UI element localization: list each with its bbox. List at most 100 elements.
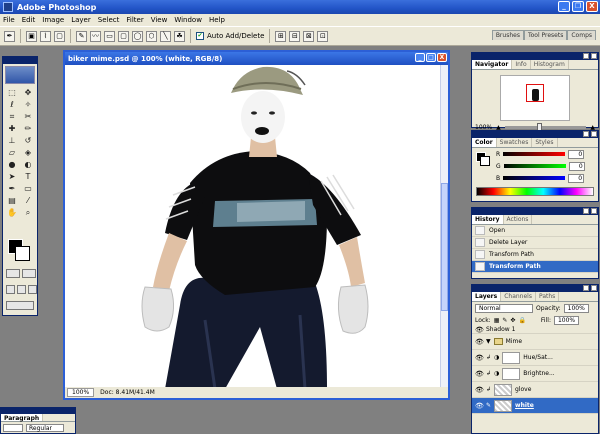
- scrollbar-thumb[interactable]: [441, 183, 448, 311]
- menu-image[interactable]: Image: [42, 16, 64, 24]
- tab-styles[interactable]: Styles: [532, 138, 558, 147]
- tab-channels[interactable]: Channels: [501, 292, 536, 301]
- notes-tool-icon[interactable]: ▤: [5, 195, 19, 206]
- clone-stamp-tool-icon[interactable]: ⊥: [5, 135, 19, 146]
- subtract-path-area-icon[interactable]: ⊟: [289, 30, 301, 42]
- history-brush-tool-icon[interactable]: ↺: [21, 135, 35, 146]
- tab-color[interactable]: Color: [472, 138, 497, 147]
- paragraph-title-bar[interactable]: [1, 408, 75, 414]
- palette-minimize-icon[interactable]: [583, 208, 589, 214]
- ellipse-icon[interactable]: ◯: [132, 30, 143, 42]
- layer-row[interactable]: 👁 Shadow 1: [472, 326, 598, 334]
- menu-help[interactable]: Help: [209, 16, 225, 24]
- menu-window[interactable]: Window: [174, 16, 202, 24]
- menu-view[interactable]: View: [151, 16, 168, 24]
- path-selection-tool-icon[interactable]: ➤: [5, 171, 19, 182]
- lasso-tool-icon[interactable]: ℓ: [5, 99, 19, 110]
- standard-screen-mode-icon[interactable]: [6, 285, 15, 294]
- dodge-tool-icon[interactable]: ◐: [21, 159, 35, 170]
- palette-close-icon[interactable]: [591, 285, 597, 291]
- crop-tool-icon[interactable]: ⌗: [5, 111, 19, 122]
- image-canvas[interactable]: [65, 65, 440, 389]
- pen-icon[interactable]: ✎: [76, 30, 87, 42]
- visibility-eye-icon[interactable]: 👁: [475, 354, 484, 362]
- visibility-eye-icon[interactable]: 👁: [475, 402, 484, 410]
- photoshop-eye-logo[interactable]: [5, 66, 35, 84]
- green-slider[interactable]: [503, 164, 566, 168]
- menu-edit[interactable]: Edit: [22, 16, 36, 24]
- paint-bucket-tool-icon[interactable]: ◈: [21, 147, 35, 158]
- brush-tool-icon[interactable]: ✏: [21, 123, 35, 134]
- doc-maximize-button[interactable]: □: [426, 53, 436, 62]
- blue-slider[interactable]: [503, 176, 566, 180]
- opacity-field[interactable]: 100%: [563, 303, 589, 313]
- tab-history[interactable]: History: [472, 215, 504, 224]
- lock-all-icon[interactable]: 🔒: [518, 317, 525, 324]
- well-tab-brushes[interactable]: Brushes: [491, 30, 524, 40]
- layer-mask-thumbnail[interactable]: [502, 367, 521, 380]
- tab-histogram[interactable]: Histogram: [531, 60, 569, 69]
- auto-add-delete-checkbox[interactable]: ✔: [196, 32, 204, 40]
- document-title-bar[interactable]: biker mime.psd @ 100% (white, RGB/8) _ □…: [65, 52, 448, 65]
- lock-position-icon[interactable]: ✥: [510, 317, 515, 324]
- line-icon[interactable]: ╲: [160, 30, 171, 42]
- eraser-tool-icon[interactable]: ▱: [5, 147, 19, 158]
- visibility-eye-icon[interactable]: 👁: [475, 326, 484, 333]
- history-title-bar[interactable]: [472, 208, 598, 215]
- palette-minimize-icon[interactable]: [583, 53, 589, 59]
- red-slider[interactable]: [503, 152, 566, 156]
- magic-wand-tool-icon[interactable]: ✧: [21, 99, 35, 110]
- palette-close-icon[interactable]: [591, 131, 597, 137]
- blur-tool-icon[interactable]: ●: [5, 159, 19, 170]
- exclude-path-area-icon[interactable]: ⊡: [317, 30, 329, 42]
- well-tab-comps[interactable]: Comps: [567, 30, 596, 40]
- maximize-button[interactable]: ❐: [572, 1, 584, 12]
- freeform-pen-icon[interactable]: 〰: [90, 30, 101, 42]
- history-item[interactable]: Transform Path: [472, 249, 598, 261]
- custom-shape-icon[interactable]: ☘: [174, 30, 185, 42]
- layer-thumbnail[interactable]: [494, 399, 513, 412]
- lock-image-icon[interactable]: ✎: [502, 317, 507, 324]
- pen-tool-preset-icon[interactable]: ✒: [4, 30, 15, 42]
- palette-minimize-icon[interactable]: [583, 131, 589, 137]
- fill-pixels-icon[interactable]: ▢: [54, 30, 65, 42]
- layer-row[interactable]: 👁 ↲ ◑ Brightne...: [472, 366, 598, 382]
- quick-mask-mode-icon[interactable]: [22, 269, 36, 278]
- palette-close-icon[interactable]: [591, 208, 597, 214]
- zoom-level-field[interactable]: 100%: [67, 388, 95, 397]
- layer-row-selected[interactable]: 👁 ✎ white: [472, 398, 598, 414]
- background-color-swatch[interactable]: [15, 246, 30, 261]
- menu-file[interactable]: File: [3, 16, 15, 24]
- jump-to-imageready-icon[interactable]: [6, 301, 34, 310]
- layer-row[interactable]: 👁 ↲ ◑ Hue/Sat...: [472, 350, 598, 366]
- tab-info[interactable]: Info: [512, 60, 531, 69]
- tab-swatches[interactable]: Swatches: [497, 138, 533, 147]
- close-button[interactable]: X: [586, 1, 598, 12]
- rectangle-shape-icon[interactable]: ▭: [104, 30, 115, 42]
- intersect-path-area-icon[interactable]: ⊠: [303, 30, 315, 42]
- move-tool-icon[interactable]: ✥: [21, 87, 35, 98]
- color-spectrum-bar[interactable]: [476, 187, 594, 196]
- red-value-field[interactable]: 0: [568, 149, 585, 159]
- view-box[interactable]: [526, 84, 544, 102]
- rounded-rectangle-icon[interactable]: ▢: [118, 30, 129, 42]
- tab-paragraph[interactable]: Paragraph: [1, 414, 44, 422]
- zoom-tool-icon[interactable]: ⌕: [21, 207, 35, 218]
- full-screen-mode-icon[interactable]: [28, 285, 37, 294]
- layer-mask-thumbnail[interactable]: [502, 351, 521, 364]
- history-item[interactable]: Delete Layer: [472, 237, 598, 249]
- document-vertical-scrollbar[interactable]: [440, 65, 448, 389]
- layers-title-bar[interactable]: [472, 285, 598, 292]
- tab-actions[interactable]: Actions: [504, 215, 533, 224]
- polygon-icon[interactable]: ⬡: [146, 30, 157, 42]
- document-size-info[interactable]: Doc: 8.41M/41.4M: [100, 389, 155, 396]
- standard-mode-icon[interactable]: [6, 269, 20, 278]
- tools-title-bar[interactable]: [3, 57, 37, 64]
- menu-layer[interactable]: Layer: [71, 16, 91, 24]
- doc-close-button[interactable]: X: [437, 53, 447, 62]
- minimize-button[interactable]: _: [558, 1, 570, 12]
- visibility-eye-icon[interactable]: 👁: [475, 338, 484, 346]
- history-item-selected[interactable]: Transform Path: [472, 261, 598, 273]
- doc-minimize-button[interactable]: _: [415, 53, 425, 62]
- navigator-preview[interactable]: [500, 75, 570, 121]
